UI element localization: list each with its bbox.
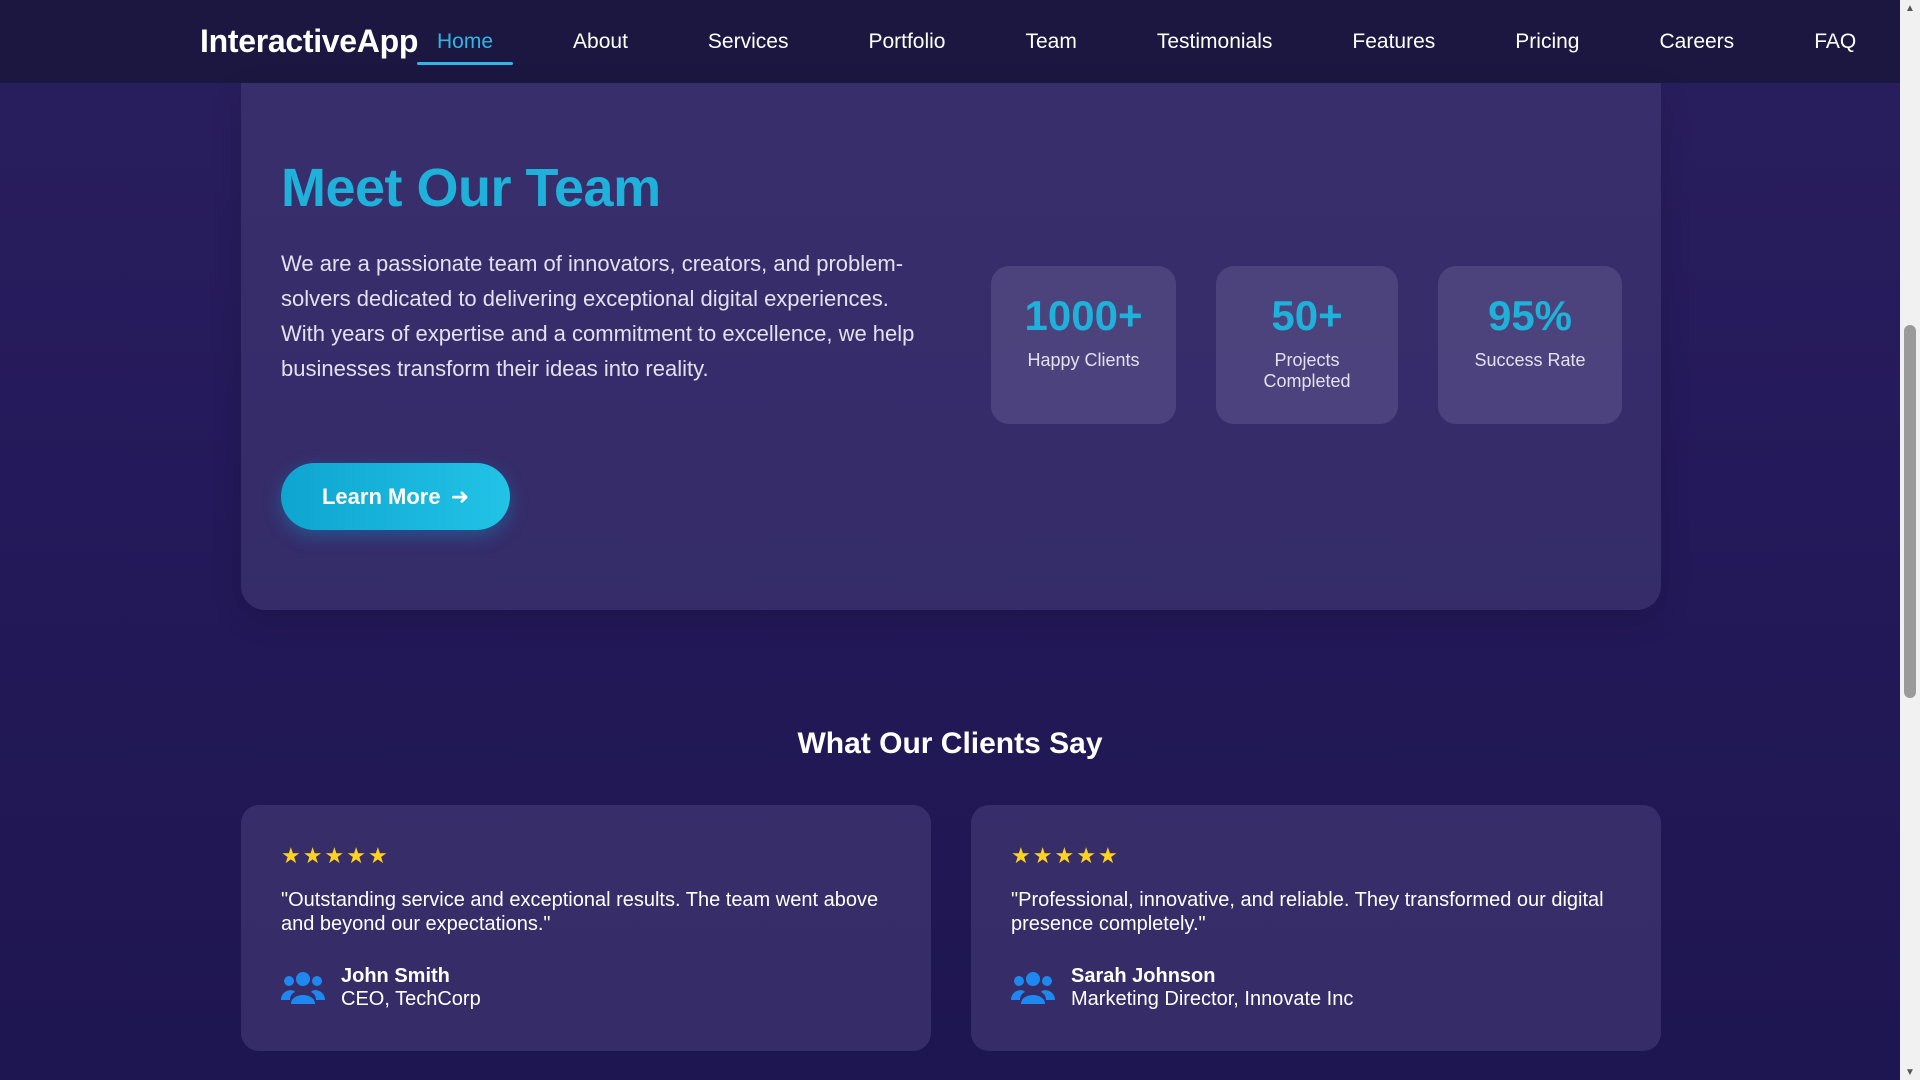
arrow-right-icon: ➜ [450,483,470,509]
stat-label: Success Rate [1474,350,1586,370]
star-rating: ★ ★ ★ ★ ★ [1011,845,1118,867]
page-scrollbar[interactable]: ▲ ▼ [1900,0,1920,1080]
testimonial-quote: "Outstanding service and exceptional res… [281,889,879,935]
nav-link-about[interactable]: About [553,0,648,83]
star-icon: ★ [1054,843,1075,868]
stat-card-clients: 1000+ Happy Clients [991,266,1176,424]
testimonial-author: Sarah Johnson Marketing Director, Innova… [1011,965,1353,1011]
star-icon: ★ [1097,843,1118,868]
nav-link-pricing[interactable]: Pricing [1495,0,1599,83]
star-icon: ★ [281,843,301,868]
star-rating: ★ ★ ★ ★ ★ [281,845,388,867]
team-hero-card: Meet Our Team We are a passionate team o… [241,83,1661,610]
learn-more-label: Learn More [321,483,441,509]
author-role: Marketing Director, Innovate Inc [1071,988,1354,1010]
nav-link-testimonials[interactable]: Testimonials [1137,0,1293,83]
nav-link-careers[interactable]: Careers [1639,0,1754,83]
nav-link-faq[interactable]: FAQ [1794,0,1876,83]
testimonials-title: What Our Clients Say [797,727,1103,760]
learn-more-button[interactable]: Learn More ➜ [281,463,510,530]
testimonial-author: John Smith CEO, TechCorp [281,965,481,1011]
star-icon: ★ [367,843,388,868]
nav-link-team[interactable]: Team [1006,0,1097,83]
stat-value: 50+ [1271,292,1343,339]
star-icon: ★ [1076,843,1096,868]
stats-row: 1000+ Happy Clients 50+ Projects Complet… [991,266,1622,424]
author-name: John Smith [341,965,450,987]
author-role: CEO, TechCorp [341,988,481,1010]
stat-label: Happy Clients [1027,350,1140,370]
nav-links: Home About Services Portfolio Team Testi… [417,0,1916,83]
stat-card-success: 95% Success Rate [1438,266,1622,424]
users-icon [1011,972,1055,1004]
author-name: Sarah Johnson [1071,965,1216,987]
stat-label: Projects Completed [1263,350,1351,391]
testimonial-quote: "Professional, innovative, and reliable.… [1011,889,1604,935]
navbar: InteractiveApp Home About Services Portf… [0,0,1900,83]
scroll-up-arrow-icon[interactable]: ▲ [1904,2,1916,14]
nav-link-services[interactable]: Services [688,0,809,83]
scroll-down-arrow-icon[interactable]: ▼ [1904,1066,1916,1078]
stat-value: 1000+ [1024,292,1143,339]
scrollbar-thumb[interactable] [1904,325,1916,698]
star-icon: ★ [324,843,345,868]
stat-card-projects: 50+ Projects Completed [1216,266,1398,424]
testimonial-card: ★ ★ ★ ★ ★ "Professional, innovative, and… [971,805,1661,1051]
hero-title: Meet Our Team [281,158,661,218]
users-icon [281,972,325,1004]
stat-value: 95% [1487,292,1573,339]
nav-link-home[interactable]: Home [417,0,514,83]
hero-description: We are a passionate team of innovators, … [281,251,915,381]
star-icon: ★ [346,843,366,868]
testimonial-card: ★ ★ ★ ★ ★ "Outstanding service and excep… [241,805,931,1051]
nav-link-portfolio[interactable]: Portfolio [848,0,965,83]
star-icon: ★ [1032,843,1053,868]
star-icon: ★ [1011,843,1031,868]
brand-logo[interactable]: InteractiveApp [200,0,418,83]
nav-link-features[interactable]: Features [1332,0,1455,83]
star-icon: ★ [302,843,323,868]
